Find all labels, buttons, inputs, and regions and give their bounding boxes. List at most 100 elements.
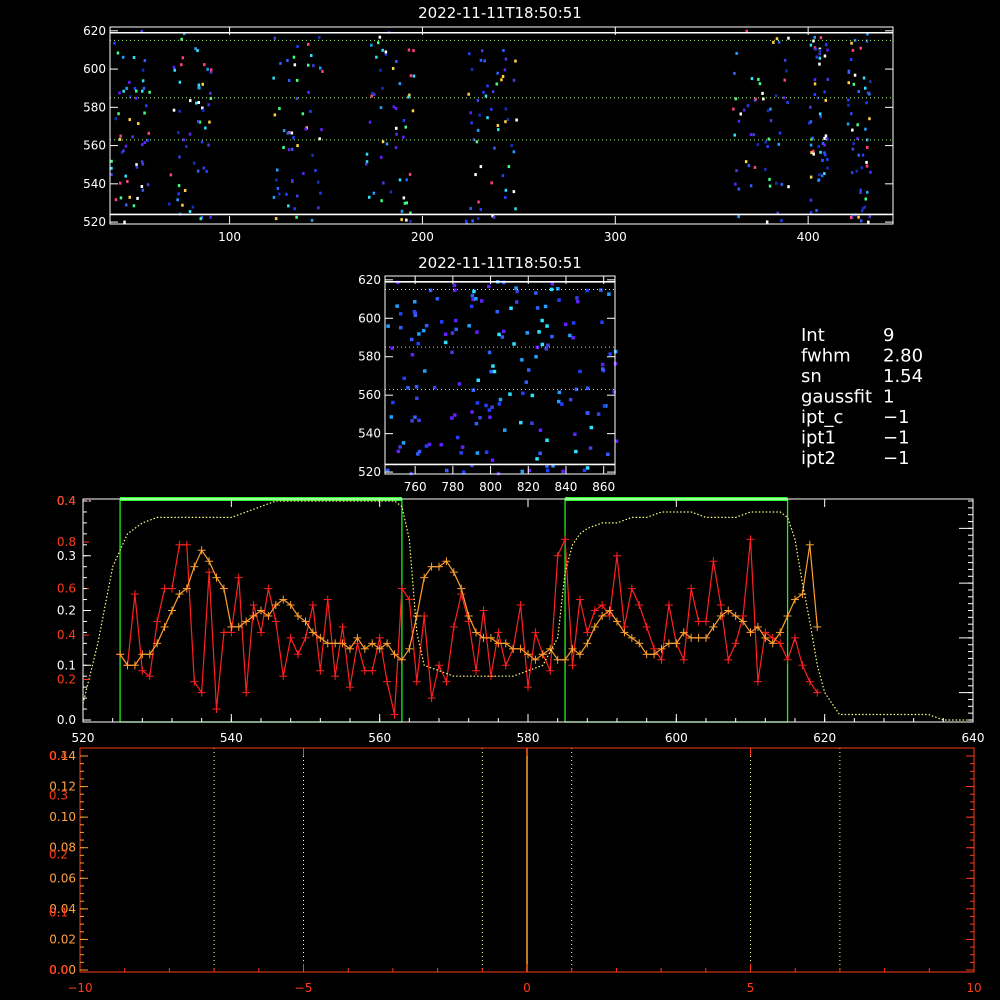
top-image-pixel [869,80,872,84]
mid-image-y-tick-label: 620 [358,273,381,287]
top-image-pixel [761,91,764,95]
profile-y-tick-label: 0.1 [57,658,76,672]
mid-image-pixel [413,415,417,419]
top-image-pixel [168,202,171,206]
top-image-pixel [124,144,128,148]
top-image-pixel [398,178,402,182]
top-image-pixel [287,204,290,208]
mid-image-pixel [534,291,538,295]
mid-image-pixel [549,287,554,292]
top-image-pixel [203,63,206,67]
top-image-pixel [484,94,488,98]
top-image-pixel [813,78,817,82]
mid-image-pixel [550,282,555,286]
top-image-pixel [812,152,815,156]
top-image-pixel [496,71,499,75]
mid-image-pixel [573,432,577,436]
top-image-pixel [742,108,746,112]
mid-image-pixel [589,425,594,430]
top-image-pixel [286,131,290,135]
mid-image-x-tick-label: 820 [517,480,540,494]
mid-image-y-tick-label: 520 [358,465,381,479]
mid-image-pixel [534,355,538,359]
mid-image-pixel [497,402,501,406]
mid-image-pixel [401,441,406,445]
mid-image-pixel [561,469,565,474]
top-image-pixel [319,66,322,70]
top-image-pixel [850,171,854,175]
mid-image-pixel [456,435,460,440]
top-image-pixel [824,43,828,47]
top-image-pixel [110,173,113,176]
top-image-pixel [311,153,314,157]
top-image-pixel [207,103,210,107]
mid-image-pixel [462,470,466,474]
mid-image-pixel [524,380,528,384]
top-image-pixel [847,103,850,107]
top-image-pixel [292,136,295,140]
top-image-pixel [197,101,200,104]
mid-image-pixel [588,446,593,450]
mid-image-pixel [557,298,561,302]
mid-image-pixel [487,284,491,289]
top-image-pixel [320,128,323,132]
top-image-pixel [847,81,850,85]
top-image-pixel [381,48,384,52]
top-image-pixel [405,201,408,205]
top-image-pixel [370,43,373,47]
profile-y-tick-label: 0.2 [57,604,76,618]
top-image-pixel [504,188,508,192]
mid-image-pixel [452,283,457,288]
top-image-pixel [817,145,820,148]
top-image-pixel [772,40,775,44]
top-image-pixel [395,126,398,130]
top-image-pixel [317,180,320,184]
top-image-pixel [857,153,860,157]
mid-image-pixel [596,412,601,416]
top-image-pixel [769,119,773,123]
top-image-pixel [469,111,472,115]
top-image-pixel [272,195,276,199]
top-image-pixel [128,118,131,122]
top-image-pixel [866,190,869,194]
top-image-pixel [319,191,322,195]
mid-image-pixel [543,304,548,309]
top-image-pixel [275,178,278,182]
top-image-pixel [314,169,317,172]
info-key-sn: sn [801,366,822,387]
info-value-ipt1: −1 [883,428,910,449]
top-image-pixel [145,104,148,108]
top-image-pixel [392,105,396,109]
mid-image-y-tick-label: 600 [358,311,381,325]
top-image-pixel [753,165,757,169]
top-image-pixel [290,147,294,151]
mid-image-pixel [576,299,580,304]
mid-image-y-tick-label: 560 [358,388,381,402]
top-image-pixel [113,41,116,45]
top-image-pixel [851,48,855,52]
top-image-pixel [273,113,277,117]
top-image-pixel [143,141,147,145]
info-value-ipt2: −1 [883,448,910,469]
top-image-pixel [375,55,378,59]
top-image-pixel [385,142,389,146]
top-image-pixel [479,165,483,169]
mid-image-pixel [527,368,531,372]
top-image-pixel [501,75,505,78]
top-image-pixel [504,120,507,124]
top-image-pixel [819,48,822,52]
mid-image-pixel [427,442,432,447]
mid-image-pixel [398,445,402,449]
top-image-pixel [296,144,299,148]
top-image-pixel [476,217,480,220]
top-image-pixel [124,174,127,178]
top-image-pixel [181,203,184,207]
top-image-pixel [118,137,122,141]
mid-image-pixel [472,289,476,294]
top-image-pixel [172,108,176,112]
top-image-pixel [850,112,853,116]
top-image-pixel [404,125,407,129]
top-image-pixel [208,120,211,124]
mid-image-pixel [475,330,479,334]
mid-image-pixel [550,334,554,339]
